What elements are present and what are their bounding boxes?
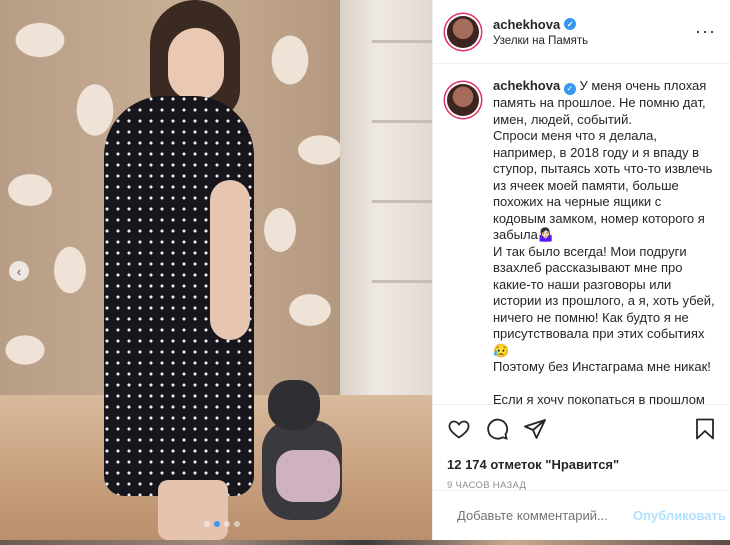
dog-head [268, 380, 320, 430]
avatar[interactable] [447, 15, 479, 48]
heart-icon[interactable] [447, 417, 471, 441]
woman-face [168, 28, 224, 100]
share-icon[interactable] [523, 417, 547, 441]
verified-icon: ✓ [564, 18, 577, 30]
chevron-left-icon: ‹ [16, 263, 22, 279]
woman-arm [210, 180, 250, 340]
post-panel: achekhova ✓ Узелки на Память ··· achekho… [432, 0, 730, 540]
carousel-dot [214, 521, 220, 527]
post-photo[interactable]: ‹ [0, 0, 432, 540]
comment-input[interactable] [457, 508, 633, 523]
dog-harness [276, 450, 340, 502]
page-bottom-strip [0, 540, 730, 545]
post-button[interactable]: Опубликовать [633, 508, 726, 523]
dog [262, 380, 342, 520]
shelf [372, 40, 432, 43]
verified-icon: ✓ [563, 83, 576, 96]
username-row: achekhova ✓ [493, 17, 695, 32]
comment-icon[interactable] [485, 417, 509, 441]
username-link[interactable]: achekhova [493, 17, 560, 32]
carousel-prev-button[interactable]: ‹ [9, 261, 29, 281]
carousel-dot [204, 521, 210, 527]
more-icon[interactable]: ··· [695, 21, 716, 42]
caption-avatar[interactable] [447, 84, 479, 116]
post-header: achekhova ✓ Узелки на Память ··· [433, 0, 730, 64]
add-comment-bar: Опубликовать [433, 490, 730, 540]
carousel-dot [234, 521, 240, 527]
header-text: achekhova ✓ Узелки на Память [493, 17, 695, 47]
woman-legs [158, 480, 228, 540]
location-link[interactable]: Узелки на Память [493, 35, 695, 47]
action-bar: 12 174 отметок "Нравится" 9 ЧАСОВ НАЗАД [433, 404, 730, 491]
carousel-dots [204, 521, 240, 527]
action-icons [447, 415, 717, 443]
shelf [372, 280, 432, 283]
shelf [372, 120, 432, 123]
likes-count[interactable]: 12 174 отметок "Нравится" [447, 457, 717, 472]
caption-username[interactable]: achekhova [493, 78, 560, 93]
shelf [372, 200, 432, 203]
carousel-dot [224, 521, 230, 527]
caption: achekhova ✓ У меня очень плохая память н… [493, 78, 715, 404]
bookmark-icon[interactable] [693, 417, 717, 441]
comments-section[interactable]: achekhova ✓ У меня очень плохая память н… [433, 64, 730, 404]
caption-text: У меня очень плохая память на прошлое. Н… [493, 78, 715, 404]
